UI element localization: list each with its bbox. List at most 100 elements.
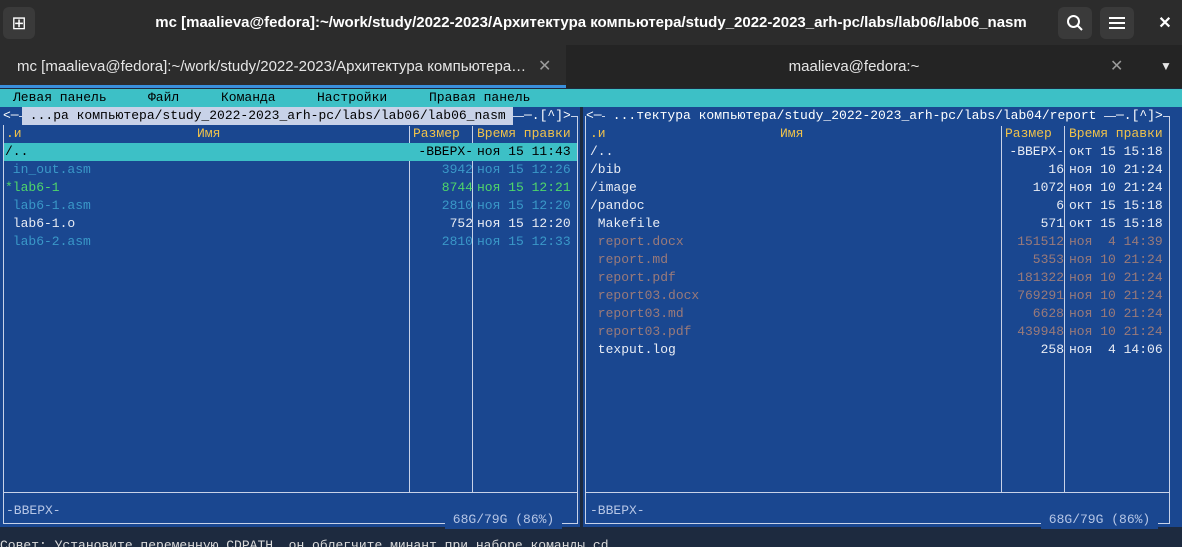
tab-list-dropdown-icon[interactable]: ▼ — [1160, 45, 1172, 88]
right-free-space: 68G/79G (86%) — [1041, 511, 1159, 529]
file-size: 2810 — [441, 234, 473, 249]
right-panel-corner-right[interactable]: ─.[^]> — [1116, 107, 1163, 125]
file-size: 6 — [1056, 198, 1064, 213]
right-status-text: -ВВЕРХ- — [590, 503, 645, 518]
file-row[interactable]: report03.docx 769291 ноя 10 21:24 — [586, 287, 1169, 305]
file-row[interactable]: report.md 5353 ноя 10 21:24 — [586, 251, 1169, 269]
tab-shell[interactable]: maalieva@fedora:~ ✕ ▼ — [566, 45, 1182, 88]
right-col-sort[interactable]: .и — [590, 125, 606, 143]
file-row[interactable]: /bib 16 ноя 10 21:24 — [586, 161, 1169, 179]
file-name: report03.md — [590, 306, 684, 321]
file-name: in_out.asm — [5, 162, 91, 177]
file-time: ноя 15 12:21 — [477, 180, 571, 195]
file-name: /.. — [5, 144, 29, 159]
file-size: 258 — [1040, 342, 1064, 357]
file-name: lab6-2.asm — [5, 234, 91, 249]
file-name: /.. — [590, 144, 614, 159]
right-panel[interactable]: <─ ...тектура компьютера/study_2022-2023… — [583, 107, 1182, 529]
file-size: 769291 — [1017, 288, 1064, 303]
window-close-icon[interactable]: ✕ — [1152, 7, 1178, 39]
left-col-time[interactable]: Время правки — [477, 125, 571, 143]
file-name: report03.pdf — [590, 324, 692, 339]
right-panel-path[interactable]: ...тектура компьютера/study_2022-2023_ar… — [605, 107, 1105, 125]
file-name: report.docx — [590, 234, 684, 249]
menu-settings[interactable]: Настройки — [317, 89, 387, 107]
menu-command[interactable]: Команда — [221, 89, 276, 107]
left-panel-corner-right[interactable]: ─.[^]> — [524, 107, 571, 125]
left-col-size[interactable]: Размер — [413, 125, 460, 143]
left-col-sort[interactable]: .и — [6, 125, 22, 143]
file-size: -ВВЕРХ- — [1009, 144, 1064, 159]
file-size: 5353 — [1032, 252, 1064, 267]
file-size: 181322 — [1017, 270, 1064, 285]
file-name: /bib — [590, 162, 622, 177]
window-title: mc [maalieva@fedora]:~/work/study/2022-2… — [155, 14, 1027, 31]
left-panel[interactable]: <─ ...ра компьютера/study_2022-2023_arh-… — [0, 107, 580, 529]
mc-menubar: Левая панель Файл Команда Настройки Прав… — [0, 89, 1182, 107]
file-size: 16 — [1048, 162, 1064, 177]
file-row[interactable]: in_out.asm 3942 ноя 15 12:26 — [4, 161, 577, 179]
menu-file[interactable]: Файл — [148, 89, 179, 107]
file-row[interactable]: report03.pdf 439948 ноя 10 21:24 — [586, 323, 1169, 341]
hamburger-menu-glyph — [1109, 17, 1125, 29]
file-time: ноя 10 21:24 — [1069, 180, 1163, 195]
file-name: /pandoc — [590, 198, 645, 213]
tab-mc-label: mc [maalieva@fedora]:~/work/study/2022-2… — [17, 58, 527, 75]
search-icon-glyph — [1067, 15, 1083, 31]
file-row[interactable]: report.pdf 181322 ноя 10 21:24 — [586, 269, 1169, 287]
file-time: ноя 10 21:24 — [1069, 306, 1163, 321]
left-panel-corner-left: <─ — [3, 107, 19, 125]
file-time: ноя 10 21:24 — [1069, 162, 1163, 177]
hint-line: Совет: Установите переменную CDPATH, он … — [0, 539, 609, 547]
right-col-size[interactable]: Размер — [1005, 125, 1052, 143]
file-row[interactable]: lab6-1.asm 2810 ноя 15 12:20 — [4, 197, 577, 215]
file-size: 8744 — [441, 180, 473, 195]
file-row[interactable]: /.. -ВВЕРХ-ноя 15 11:43 — [4, 143, 577, 161]
file-row[interactable]: Makefile 571 окт 15 15:18 — [586, 215, 1169, 233]
right-col-time[interactable]: Время правки — [1069, 125, 1163, 143]
file-size: 2810 — [441, 198, 473, 213]
right-col-name[interactable]: Имя — [780, 125, 803, 143]
menu-left-panel[interactable]: Левая панель — [13, 89, 107, 107]
file-time: ноя 15 12:26 — [477, 162, 571, 177]
menu-right-panel[interactable]: Правая панель — [429, 89, 530, 107]
hamburger-menu-icon[interactable] — [1100, 7, 1134, 39]
file-size: 1072 — [1032, 180, 1064, 195]
file-size: -ВВЕРХ- — [418, 144, 473, 159]
search-icon[interactable] — [1058, 7, 1092, 39]
right-panel-corner-left: <─ — [586, 107, 602, 125]
file-size: 6628 — [1032, 306, 1064, 321]
file-row[interactable]: lab6-1.o 752 ноя 15 12:20 — [4, 215, 577, 233]
left-col-name[interactable]: Имя — [197, 125, 220, 143]
terminal[interactable]: Левая панель Файл Команда Настройки Прав… — [0, 88, 1182, 547]
file-name: report.pdf — [590, 270, 676, 285]
tab-mc-close-icon[interactable]: ✕ — [538, 45, 551, 88]
file-time: ноя 10 21:24 — [1069, 270, 1163, 285]
file-size: 752 — [449, 216, 473, 231]
file-time: ноя 10 21:24 — [1069, 252, 1163, 267]
file-row[interactable]: *lab6-1 8744 ноя 15 12:21 — [4, 179, 577, 197]
tab-shell-close-icon[interactable]: ✕ — [1110, 45, 1123, 88]
file-row[interactable]: texput.log 258 ноя 4 14:06 — [586, 341, 1169, 359]
file-time: ноя 15 12:20 — [477, 198, 571, 213]
file-row[interactable]: /.. -ВВЕРХ-окт 15 15:18 — [586, 143, 1169, 161]
tab-bar: mc [maalieva@fedora]:~/work/study/2022-2… — [0, 45, 1182, 88]
file-row[interactable]: report.docx 151512 ноя 4 14:39 — [586, 233, 1169, 251]
left-status-separator — [3, 492, 578, 493]
file-name: *lab6-1 — [5, 180, 60, 195]
left-status-text: -ВВЕРХ- — [6, 503, 61, 518]
file-size: 439948 — [1017, 324, 1064, 339]
file-row[interactable]: /image 1072 ноя 10 21:24 — [586, 179, 1169, 197]
file-name: /image — [590, 180, 637, 195]
file-name: texput.log — [590, 342, 676, 357]
window-titlebar: ⊞ mc [maalieva@fedora]:~/work/study/2022… — [0, 0, 1182, 45]
file-time: ноя 10 21:24 — [1069, 324, 1163, 339]
file-time: окт 15 15:18 — [1069, 216, 1163, 231]
left-panel-path[interactable]: ...ра компьютера/study_2022-2023_arh-pc/… — [22, 107, 514, 125]
file-name: lab6-1.o — [5, 216, 76, 231]
file-row[interactable]: lab6-2.asm 2810 ноя 15 12:33 — [4, 233, 577, 251]
file-row[interactable]: report03.md 6628 ноя 10 21:24 — [586, 305, 1169, 323]
file-row[interactable]: /pandoc 6 окт 15 15:18 — [586, 197, 1169, 215]
file-time: ноя 15 12:20 — [477, 216, 571, 231]
tab-mc[interactable]: mc [maalieva@fedora]:~/work/study/2022-2… — [0, 45, 566, 88]
